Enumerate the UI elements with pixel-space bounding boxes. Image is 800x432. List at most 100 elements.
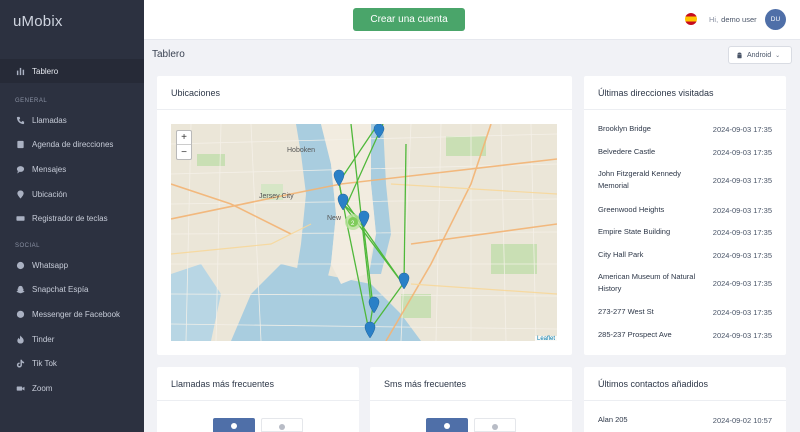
address-time: 2024-09-03 17:35	[712, 250, 772, 260]
recent-contacts-title: Últimos contactos añadidos	[598, 379, 709, 389]
recent-contacts-card: Últimos contactos añadidos Alan 205 2024-…	[584, 367, 786, 432]
card-divider	[584, 400, 786, 401]
recent-addresses-card: Últimas direcciones visitadas Brooklyn B…	[584, 76, 786, 355]
address-name: Brooklyn Bridge	[598, 124, 651, 133]
sidebar-item-label: Llamadas	[32, 115, 67, 125]
device-select[interactable]: Android ⌄	[728, 46, 792, 64]
address-name: Greenwood Heights	[598, 205, 665, 214]
frequent-calls-card: Llamadas más frecuentes	[157, 367, 359, 432]
zoom-out-button[interactable]: −	[177, 145, 191, 159]
sidebar-item-snapchat[interactable]: Snapchat Espía	[0, 278, 144, 303]
list-item[interactable]: 285-237 Prospect Ave 2024-09-03 17:35	[598, 329, 772, 341]
whatsapp-icon	[15, 260, 25, 270]
upload-button[interactable]	[474, 418, 516, 432]
card-divider	[157, 400, 359, 401]
list-item[interactable]: Alan 205 2024-09-02 10:57	[598, 414, 772, 426]
keyboard-icon	[15, 214, 25, 224]
list-item[interactable]: John Fitzgerald Kennedy Memorial 2024-09-…	[598, 168, 772, 192]
tiktok-icon	[15, 359, 25, 369]
sidebar-item-zoom[interactable]: Zoom	[0, 376, 144, 401]
sidebar-item-messenger[interactable]: Messenger de Facebook	[0, 302, 144, 327]
address-name: John Fitzgerald Kennedy Memorial	[598, 169, 681, 190]
address-time: 2024-09-03 17:35	[712, 147, 772, 157]
topbar: Crear una cuenta Hi, demo user DU	[144, 0, 800, 40]
map-label-jersey-city: Jersey City	[259, 193, 294, 200]
address-name: American Museum of Natural History	[598, 272, 696, 293]
upload-button[interactable]	[261, 418, 303, 432]
sidebar-item-label: Tinder	[32, 334, 55, 344]
messenger-icon	[15, 309, 25, 319]
card-divider	[370, 400, 572, 401]
device-select-value: Android	[747, 51, 772, 59]
android-icon	[737, 52, 742, 58]
tinder-icon	[15, 334, 25, 344]
avatar[interactable]: DU	[765, 9, 786, 30]
sidebar-item-tinder[interactable]: Tinder	[0, 327, 144, 352]
page-title: Tablero	[152, 49, 185, 60]
sidebar-item-label: Ubicación	[32, 189, 68, 199]
card-divider	[157, 109, 572, 110]
sidebar-item-label: Whatsapp	[32, 260, 69, 270]
sidebar-item-mensajes[interactable]: Mensajes	[0, 157, 144, 182]
address-name: 285-237 Prospect Ave	[598, 330, 672, 339]
dashboard-icon	[15, 66, 25, 76]
section-label-general: GENERAL	[15, 98, 48, 104]
address-time: 2024-09-03 17:35	[712, 175, 772, 185]
address-time: 2024-09-03 17:35	[712, 307, 772, 317]
address-name: Belvedere Castle	[598, 147, 656, 156]
chat-icon	[15, 164, 25, 174]
sidebar-item-label: Registrador de teclas	[32, 214, 108, 224]
sidebar-item-ubicacion[interactable]: Ubicación	[0, 182, 144, 207]
section-label-social: SOCIAL	[15, 242, 41, 249]
contact-name: Alan 205	[598, 415, 628, 424]
chevron-down-icon: ⌄	[775, 52, 781, 59]
sidebar-item-tiktok[interactable]: Tik Tok	[0, 351, 144, 376]
map-label-new-york: New	[327, 215, 342, 222]
spain-flag-icon[interactable]	[685, 13, 697, 25]
map-attribution[interactable]: Leaflet	[534, 336, 557, 342]
address-time: 2024-09-03 17:35	[712, 124, 772, 134]
sidebar-item-tablero[interactable]: Tablero	[0, 59, 144, 83]
address-time: 2024-09-03 17:35	[712, 278, 772, 288]
address-time: 2024-09-03 17:35	[712, 330, 772, 340]
locations-map[interactable]: Hoboken Jersey City New 2	[171, 124, 557, 341]
zoom-in-button[interactable]: +	[177, 131, 191, 145]
list-item[interactable]: American Museum of Natural History 2024-0…	[598, 271, 772, 295]
user-greeting[interactable]: Hi, demo user	[709, 15, 757, 24]
sidebar-item-label: Tik Tok	[32, 359, 57, 369]
frequent-calls-title: Llamadas más frecuentes	[171, 379, 275, 389]
map-label-hoboken: Hoboken	[287, 147, 315, 154]
list-item[interactable]: 273-277 West St 2024-09-03 17:35	[598, 306, 772, 318]
locations-card: Ubicaciones Hoboken Jersey City New 2 + …	[157, 76, 572, 355]
sidebar-item-label: Zoom	[32, 383, 53, 393]
sidebar-item-agenda[interactable]: Agenda de direcciones	[0, 133, 144, 158]
list-item[interactable]: Belvedere Castle 2024-09-03 17:35	[598, 146, 772, 158]
zoom-icon	[15, 383, 25, 393]
phone-icon	[15, 115, 25, 125]
sidebar-item-whatsapp[interactable]: Whatsapp	[0, 253, 144, 278]
greeting-prefix: Hi,	[709, 15, 719, 24]
sidebar-item-label: Mensajes	[32, 164, 67, 174]
sidebar-item-llamadas[interactable]: Llamadas	[0, 108, 144, 133]
address-name: City Hall Park	[598, 250, 644, 259]
frequent-sms-card: Sms más frecuentes	[370, 367, 572, 432]
sidebar: uMobix Tablero GENERAL Llamadas Agenda d…	[0, 0, 144, 432]
list-item[interactable]: Brooklyn Bridge 2024-09-03 17:35	[598, 123, 772, 135]
locations-card-title: Ubicaciones	[171, 88, 221, 98]
map-zoom-control: + −	[176, 130, 192, 160]
download-button[interactable]	[426, 418, 468, 432]
sidebar-item-label: Messenger de Facebook	[32, 309, 121, 319]
card-divider	[584, 109, 786, 110]
address-book-icon	[15, 140, 25, 150]
list-item[interactable]: City Hall Park 2024-09-03 17:35	[598, 249, 772, 261]
sidebar-item-registrador[interactable]: Registrador de teclas	[0, 206, 144, 231]
list-item[interactable]: Empire State Building 2024-09-03 17:35	[598, 226, 772, 238]
app-logo[interactable]: uMobix	[0, 0, 144, 42]
create-account-button[interactable]: Crear una cuenta	[353, 8, 465, 31]
user-name: demo user	[721, 15, 757, 24]
list-item[interactable]: Greenwood Heights 2024-09-03 17:35	[598, 204, 772, 216]
download-button[interactable]	[213, 418, 255, 432]
sidebar-item-label: Tablero	[32, 66, 59, 76]
sidebar-item-label: Snapchat Espía	[32, 285, 89, 295]
contact-time: 2024-09-02 10:57	[712, 415, 772, 425]
